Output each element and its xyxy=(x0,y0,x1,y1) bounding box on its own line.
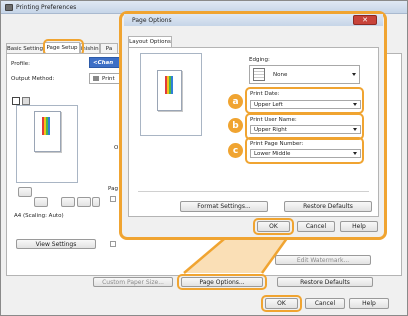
output-method-dropdown[interactable]: Print xyxy=(89,73,123,84)
print-date-dropdown[interactable]: Upper Left xyxy=(250,100,361,109)
printer-view-icon[interactable] xyxy=(22,97,30,105)
print-date-chevron-down-icon xyxy=(353,103,357,106)
checkbox-behind-dialog[interactable] xyxy=(110,196,116,202)
printer-small-icon xyxy=(93,76,99,81)
print-page-number-dropdown[interactable]: Lower Middle xyxy=(250,149,361,158)
dialog-cancel-button[interactable]: Cancel xyxy=(297,221,335,232)
dialog-preview-thumbnail xyxy=(157,70,182,111)
edging-chevron-down-icon xyxy=(352,73,356,76)
dialog-help-button[interactable]: Help xyxy=(340,221,378,232)
close-button[interactable]: ✕ xyxy=(353,15,377,25)
nup-layout-button[interactable] xyxy=(61,197,75,207)
dialog-separator xyxy=(138,191,369,192)
edit-watermark-button[interactable]: Edit Watermark... xyxy=(275,255,371,265)
main-help-button[interactable]: Help xyxy=(349,298,389,309)
edging-label: Edging: xyxy=(249,57,270,63)
edging-dropdown[interactable]: None xyxy=(249,65,360,84)
dialog-preview-color-bars xyxy=(165,76,173,96)
print-user-name-value: Upper Right xyxy=(254,126,287,133)
dialog-title: Page Options xyxy=(132,17,172,24)
profile-value: <Chan xyxy=(93,59,114,66)
edging-preview-icon xyxy=(253,68,265,81)
main-window-title: Printing Preferences xyxy=(16,4,77,11)
partial-pag-label: Pag xyxy=(108,186,118,192)
close-icon: ✕ xyxy=(362,16,368,24)
profile-label: Profile: xyxy=(11,61,30,67)
page-size-caption: A4 (Scaling: Auto) xyxy=(14,213,64,219)
page-preview-thumbnail xyxy=(34,111,61,152)
callout-c-badge: c xyxy=(228,143,243,158)
callout-a-badge: a xyxy=(228,94,243,109)
layout-view-icon[interactable] xyxy=(12,97,20,105)
tab-paper-source[interactable]: Pa xyxy=(100,43,118,53)
print-date-label: Print Date: xyxy=(250,91,280,97)
duplex-layout-button[interactable] xyxy=(92,197,100,207)
output-method-value: Print xyxy=(102,75,115,82)
partial-o-label: O xyxy=(114,145,119,151)
format-settings-button[interactable]: Format Settings... xyxy=(180,201,268,212)
dialog-restore-defaults-button[interactable]: Restore Defaults xyxy=(284,201,372,212)
profile-dropdown[interactable]: <Chan xyxy=(89,57,123,68)
booklet-layout-button[interactable] xyxy=(34,197,48,207)
main-ok-button-highlight xyxy=(261,295,302,312)
dialog-ok-button-highlight xyxy=(253,218,294,235)
page-order-button[interactable] xyxy=(77,197,91,207)
view-settings-button[interactable]: View Settings xyxy=(16,239,96,249)
tab-layout-options[interactable]: Layout Options xyxy=(128,36,172,47)
page-options-dialog: Page Options ✕ Layout Options Edging: No… xyxy=(124,14,383,236)
main-restore-defaults-button[interactable]: Restore Defaults xyxy=(277,277,373,287)
main-cancel-button[interactable]: Cancel xyxy=(305,298,345,309)
print-user-name-label: Print User Name: xyxy=(250,117,297,123)
stack-layout-button[interactable] xyxy=(18,187,32,197)
page-options-button-highlight xyxy=(177,274,267,290)
custom-paper-size-button[interactable]: Custom Paper Size... xyxy=(93,277,173,287)
print-page-number-value: Lower Middle xyxy=(254,150,291,157)
tab-basic-setting[interactable]: Basic Setting xyxy=(6,43,44,53)
print-date-value: Upper Left xyxy=(254,101,283,108)
preview-color-bars xyxy=(42,117,50,137)
edging-value: None xyxy=(273,71,288,78)
print-user-name-dropdown[interactable]: Upper Right xyxy=(250,125,361,134)
print-page-number-label: Print Page Number: xyxy=(250,141,304,147)
checkbox-watermark[interactable] xyxy=(110,241,116,247)
callout-b-badge: b xyxy=(228,118,243,133)
print-user-name-chevron-down-icon xyxy=(353,128,357,131)
output-method-label: Output Method: xyxy=(11,76,55,82)
print-page-number-chevron-down-icon xyxy=(353,152,357,155)
printer-icon xyxy=(5,4,13,11)
